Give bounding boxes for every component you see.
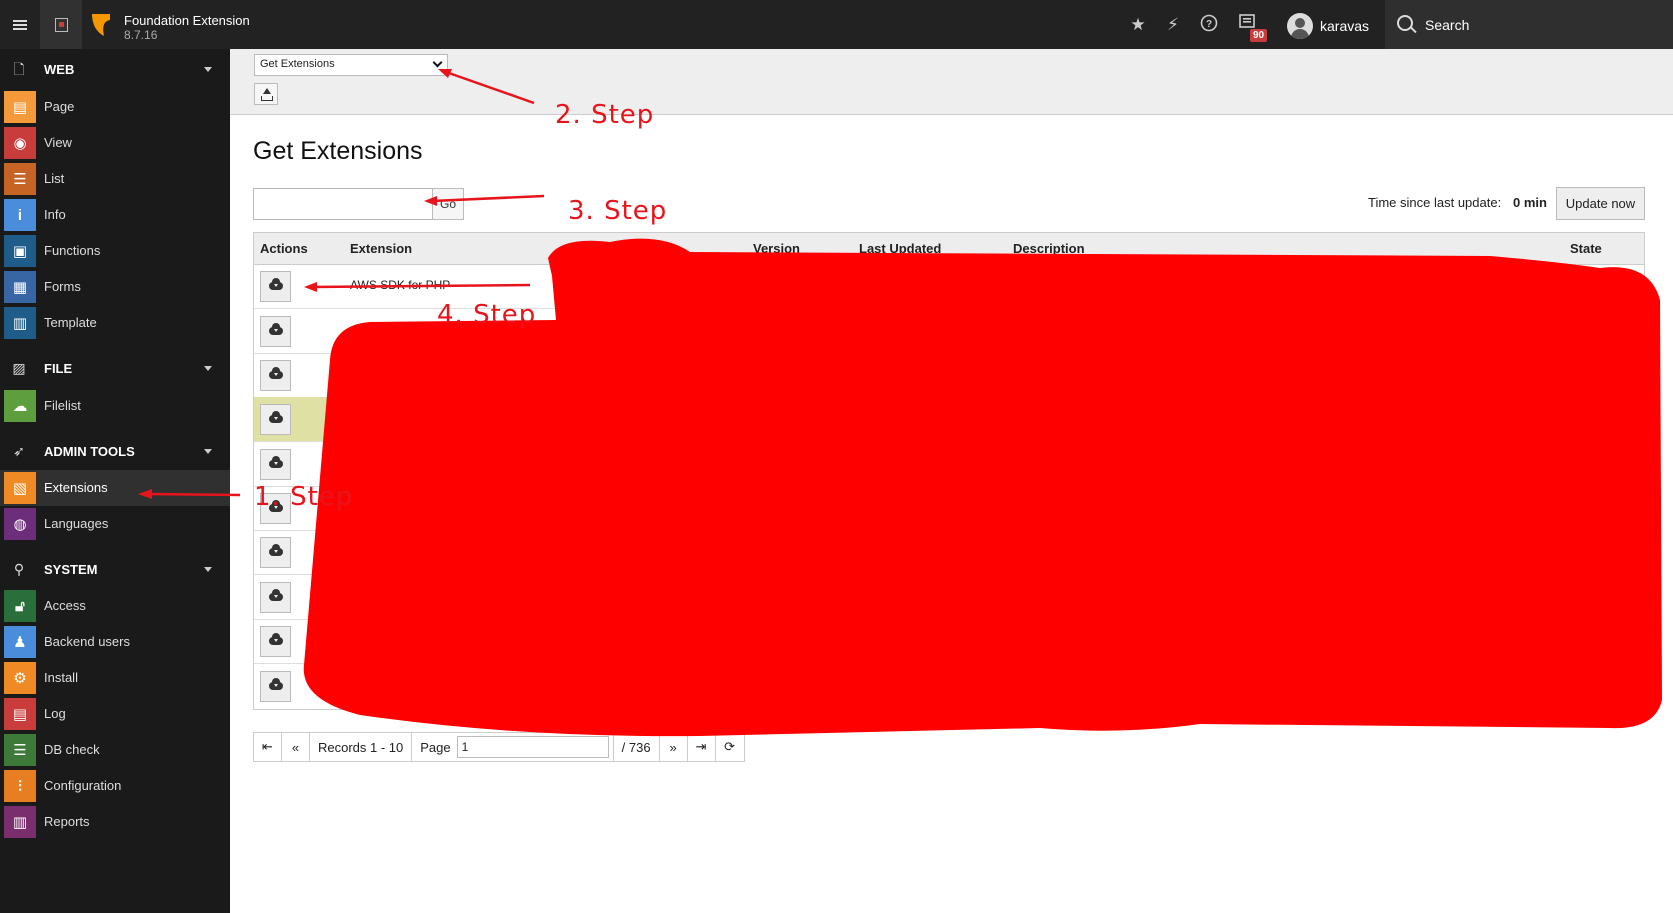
arrow-step-3 — [431, 194, 545, 203]
arrow-step-4 — [311, 283, 531, 289]
arrow-step-2 — [445, 70, 535, 105]
arrow-head — [138, 489, 152, 499]
arrow-head — [438, 69, 452, 78]
arrow-head — [424, 196, 437, 206]
annotation-step-4: 4. Step — [437, 300, 537, 330]
arrow-step-1 — [145, 492, 241, 497]
arrow-head — [304, 282, 317, 292]
annotation-step-1: 1. Step — [254, 482, 354, 512]
annotation-arrows — [138, 69, 545, 499]
annotation-step-2: 2. Step — [555, 100, 655, 130]
annotation-step-3: 3. Step — [568, 196, 668, 226]
